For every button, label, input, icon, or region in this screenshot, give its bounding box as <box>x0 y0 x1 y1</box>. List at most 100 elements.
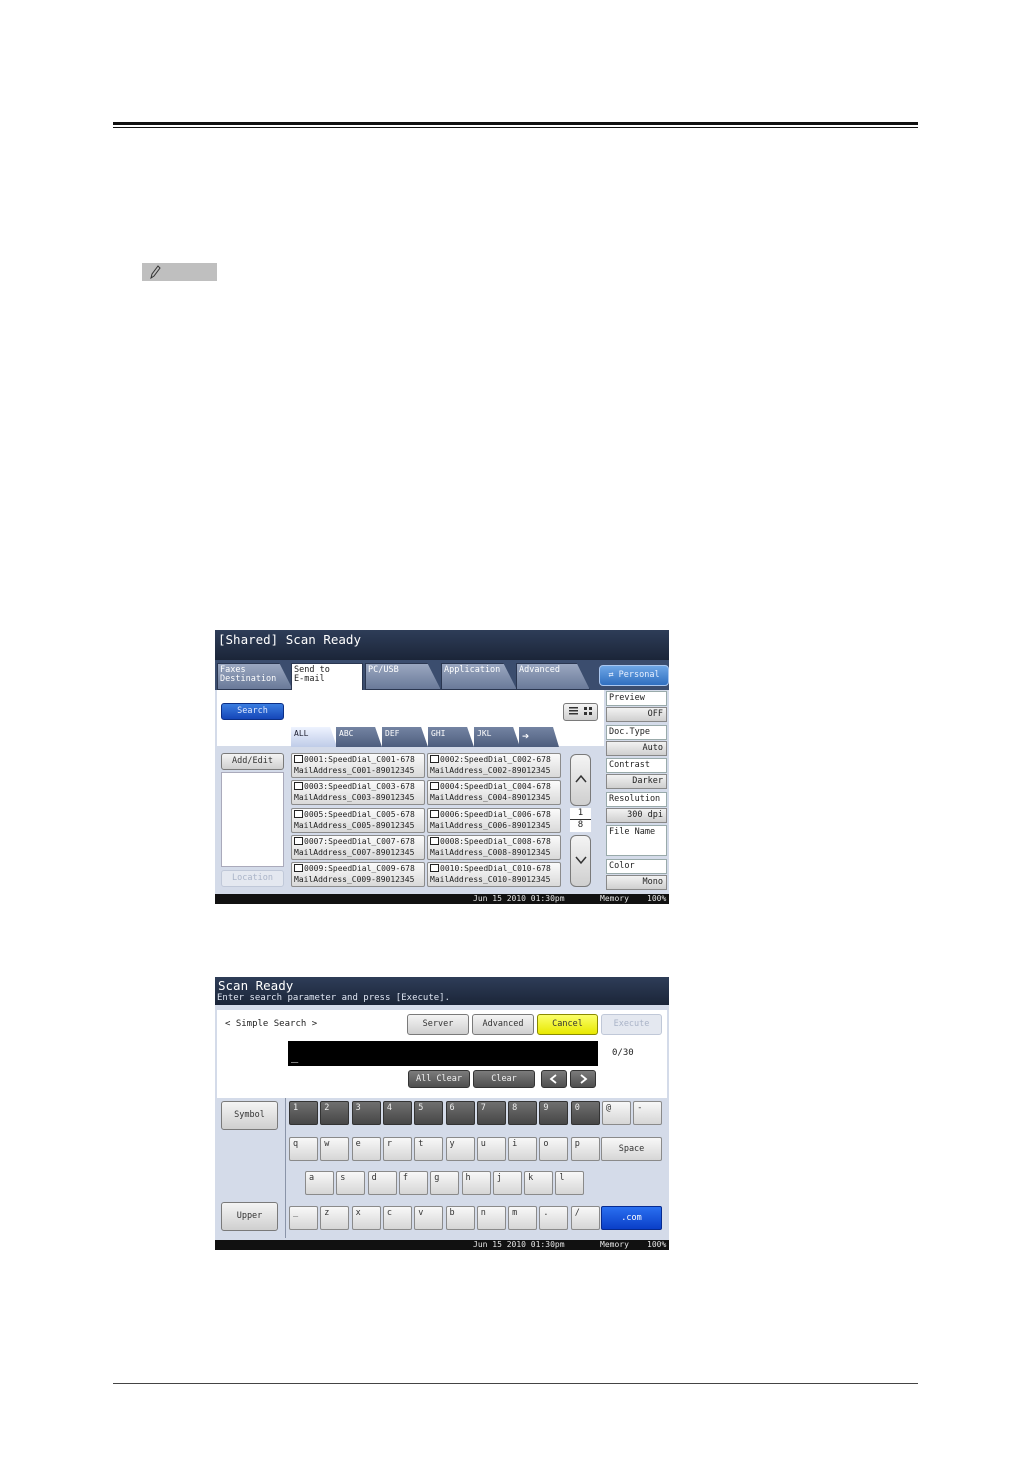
key[interactable]: 7 <box>476 1101 506 1125</box>
speed-dial-entry[interactable]: 0005:SpeedDial_C005-678 MailAddress_C005-… <box>291 807 425 833</box>
key[interactable]: a <box>305 1171 334 1195</box>
key[interactable]: t <box>414 1137 444 1161</box>
speed-dial-entry[interactable]: 0003:SpeedDial_C003-678 MailAddress_C003-… <box>291 780 425 806</box>
key[interactable]: f <box>398 1171 428 1195</box>
speed-dial-entry[interactable]: 0006:SpeedDial_C006-678 MailAddress_C006-… <box>427 807 561 833</box>
key[interactable]: 6 <box>445 1101 475 1125</box>
execute-button[interactable]: Execute <box>601 1014 662 1035</box>
key[interactable]: s <box>336 1171 366 1195</box>
speed-dial-entry[interactable]: 0010:SpeedDial_C010-678 MailAddress_C010-… <box>427 862 561 888</box>
key[interactable]: - <box>633 1101 663 1125</box>
key[interactable]: z <box>320 1206 350 1230</box>
cursor-left-button[interactable] <box>541 1070 567 1088</box>
key[interactable]: d <box>367 1171 397 1195</box>
key[interactable]: r <box>382 1137 412 1161</box>
personal-button[interactable]: ⇄ Personal <box>599 665 669 686</box>
key[interactable]: p <box>570 1137 600 1161</box>
tab-pc-usb[interactable]: PC/USB <box>365 663 441 690</box>
header-rule <box>113 122 918 125</box>
tab-application[interactable]: Application <box>441 663 517 690</box>
key[interactable]: 2 <box>320 1101 350 1125</box>
advanced-button[interactable]: Advanced <box>472 1014 534 1035</box>
tab-jkl[interactable]: JKL <box>474 727 520 747</box>
doc-type-button[interactable]: Auto <box>606 741 667 756</box>
speed-dial-entry[interactable]: 0009:SpeedDial_C009-678 MailAddress_C009-… <box>291 862 425 888</box>
cancel-button[interactable]: Cancel <box>537 1014 598 1035</box>
email-icon <box>430 782 439 791</box>
key[interactable]: q <box>289 1137 318 1161</box>
entry-address: MailAddress_C001-89012345 <box>294 766 415 775</box>
resolution-button[interactable]: 300 dpi <box>606 808 667 823</box>
key[interactable]: m <box>508 1206 538 1230</box>
key[interactable]: e <box>351 1137 381 1161</box>
tab-advanced[interactable]: Advanced <box>516 663 590 690</box>
key[interactable]: b <box>445 1206 475 1230</box>
key[interactable]: 3 <box>351 1101 381 1125</box>
speed-dial-entry[interactable]: 0007:SpeedDial_C007-678 MailAddress_C007-… <box>291 834 425 860</box>
tab-ghi[interactable]: GHI <box>428 727 474 747</box>
entry-name: 0009:SpeedDial_C009-678 <box>304 864 415 874</box>
tab-def[interactable]: DEF <box>382 727 428 747</box>
view-toggle-button[interactable] <box>563 703 598 721</box>
tab-faxes-destination[interactable]: Faxes Destination <box>217 663 293 690</box>
key[interactable]: k <box>524 1171 554 1195</box>
key[interactable]: h <box>461 1171 491 1195</box>
key[interactable]: w <box>320 1137 350 1161</box>
cursor-right-button[interactable] <box>570 1070 596 1088</box>
clear-button[interactable]: Clear <box>473 1070 535 1088</box>
all-clear-button[interactable]: All Clear <box>408 1070 470 1088</box>
key[interactable]: c <box>382 1206 412 1230</box>
color-button[interactable]: Mono <box>606 875 667 890</box>
key[interactable]: j <box>492 1171 522 1195</box>
contrast-button[interactable]: Darker <box>606 774 667 789</box>
key[interactable]: / <box>570 1206 600 1230</box>
simple-search-screen: Scan Ready Enter search parameter and pr… <box>215 977 669 1250</box>
key[interactable]: n <box>476 1206 506 1230</box>
key[interactable]: 9 <box>539 1101 569 1125</box>
speed-dial-entry[interactable]: 0001:SpeedDial_C001-678 MailAddress_C001-… <box>291 753 425 778</box>
key[interactable]: u <box>476 1137 506 1161</box>
add-edit-button[interactable]: Add/Edit <box>221 753 284 770</box>
space-key[interactable]: Space <box>601 1137 662 1161</box>
key[interactable]: o <box>539 1137 569 1161</box>
upper-button[interactable]: Upper <box>221 1202 278 1231</box>
email-icon <box>294 836 303 845</box>
entry-address: MailAddress_C003-89012345 <box>294 793 415 803</box>
key[interactable]: x <box>351 1206 381 1230</box>
key[interactable]: @ <box>602 1101 631 1125</box>
key[interactable]: 1 <box>289 1101 318 1125</box>
tab-abc[interactable]: ABC <box>336 727 382 747</box>
status-datetime: Jun 15 2010 01:30pm <box>473 1240 565 1249</box>
key[interactable]: i <box>508 1137 538 1161</box>
entry-address: MailAddress_C007-89012345 <box>294 847 415 857</box>
file-name-button[interactable]: File Name <box>606 825 667 856</box>
search-button[interactable]: Search <box>221 703 284 720</box>
chevron-left-icon <box>549 1074 557 1084</box>
speed-dial-entry[interactable]: 0004:SpeedDial_C004-678 MailAddress_C004-… <box>427 780 561 806</box>
key[interactable]: . <box>539 1206 569 1230</box>
scroll-up-button[interactable] <box>570 754 591 806</box>
key[interactable]: 8 <box>508 1101 538 1125</box>
search-input[interactable]: _ <box>288 1041 598 1066</box>
speed-dial-entry[interactable]: 0002:SpeedDial_C002-678 MailAddress_C002-… <box>427 753 561 778</box>
dotcom-key[interactable]: .com <box>601 1206 662 1230</box>
tab-send-to-email[interactable]: Send to E-mail <box>291 663 363 691</box>
key[interactable]: y <box>445 1137 475 1161</box>
tab-next-arrow[interactable]: ➔ <box>519 727 559 747</box>
key[interactable]: g <box>430 1171 460 1195</box>
scroll-down-button[interactable] <box>570 835 591 887</box>
server-button[interactable]: Server <box>407 1014 469 1035</box>
symbol-button[interactable]: Symbol <box>221 1101 278 1130</box>
entry-name: 0003:SpeedDial_C003-678 <box>304 782 415 792</box>
location-button[interactable]: Location <box>221 870 284 887</box>
key[interactable]: v <box>414 1206 444 1230</box>
email-icon <box>294 809 303 818</box>
key[interactable]: _ <box>289 1206 318 1230</box>
key[interactable]: l <box>555 1171 585 1195</box>
preview-button[interactable]: OFF <box>606 707 667 722</box>
key[interactable]: 4 <box>382 1101 412 1125</box>
speed-dial-entry[interactable]: 0008:SpeedDial_C008-678 MailAddress_C008-… <box>427 834 561 860</box>
key[interactable]: 0 <box>570 1101 600 1125</box>
key[interactable]: 5 <box>414 1101 444 1125</box>
tab-all[interactable]: ALL <box>291 727 337 747</box>
